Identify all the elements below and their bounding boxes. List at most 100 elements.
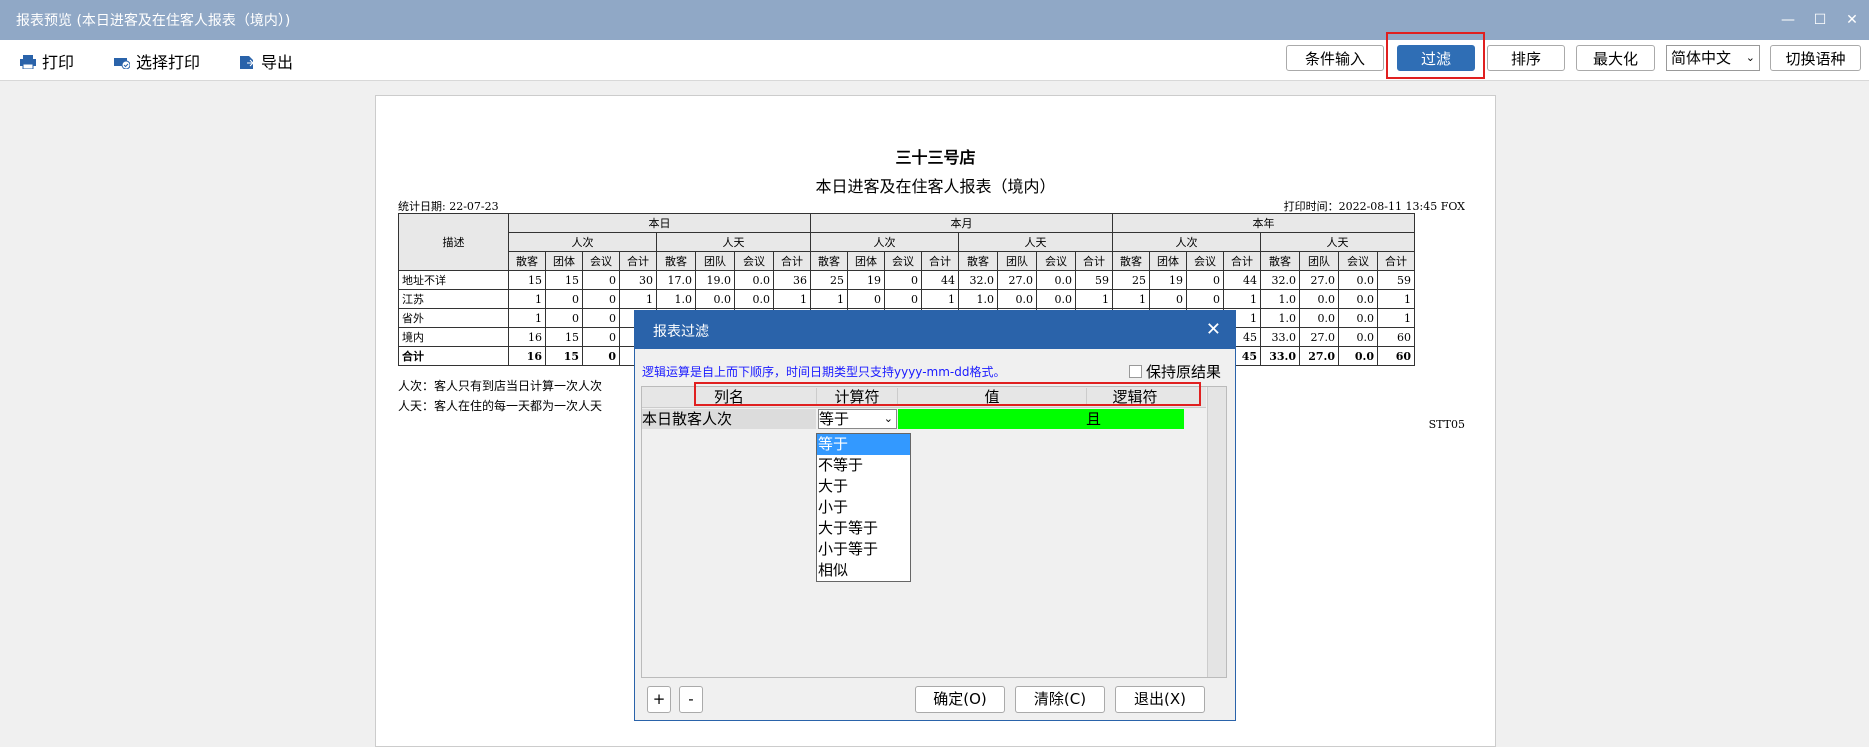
table-cell: 0	[1149, 289, 1187, 309]
report-store: 三十三号店	[895, 148, 976, 167]
column-header: 散客	[508, 251, 546, 271]
table-cell: 25	[810, 270, 848, 290]
table-cell: 27.0	[1299, 346, 1339, 366]
table-cell: 59	[1075, 270, 1113, 290]
table-cell: 0.0	[1338, 308, 1378, 328]
table-cell: 33.0	[1260, 327, 1300, 347]
group-header: 人天	[958, 232, 1113, 252]
value-cell[interactable]	[898, 409, 1086, 429]
language-select[interactable]: 简体中文 ⌄	[1666, 45, 1760, 71]
export-icon	[239, 54, 255, 69]
column-header: 合计	[921, 251, 959, 271]
table-cell: 1	[1075, 289, 1113, 309]
table-cell: 0	[847, 289, 885, 309]
sort-button[interactable]: 排序	[1487, 45, 1565, 71]
filter-grid: 列名 计算符 值 逻辑符 本日散客人次 等于 ⌄ 且	[641, 386, 1227, 678]
dropdown-option[interactable]: 等于	[817, 434, 910, 455]
dropdown-option[interactable]: 小于等于	[817, 539, 910, 560]
remove-row-button[interactable]: -	[679, 686, 703, 713]
title-bar: 报表预览 (本日进客及在住客人报表（境内）) — ☐ ✕	[0, 0, 1869, 40]
group-header: 人天	[1260, 232, 1415, 252]
printer-icon	[20, 54, 36, 70]
condition-input-button[interactable]: 条件输入	[1286, 45, 1384, 71]
table-cell: 0.0	[1299, 289, 1339, 309]
column-header: 会议	[582, 251, 620, 271]
row-label: 江苏	[398, 289, 509, 309]
export-label: 导出	[261, 53, 294, 72]
group-header: 人天	[656, 232, 811, 252]
period-header: 本月	[810, 213, 1113, 233]
table-cell: 0.0	[1036, 270, 1076, 290]
table-cell: 27.0	[997, 270, 1037, 290]
close-icon[interactable]: ✕	[1206, 319, 1221, 340]
table-cell: 1	[773, 289, 811, 309]
chevron-down-icon: ⌄	[883, 412, 893, 425]
table-cell: 27.0	[1299, 327, 1339, 347]
ok-button[interactable]: 确定(O)	[915, 686, 1005, 713]
table-cell: 59	[1377, 270, 1415, 290]
table-cell: 60	[1377, 346, 1415, 366]
table-cell: 44	[1223, 270, 1261, 290]
row-label: 境内	[398, 327, 509, 347]
note-person-days: 人天：客人在住的每一天都为一次人天	[398, 399, 603, 413]
table-cell: 0.0	[1338, 289, 1378, 309]
dropdown-option[interactable]: 相似	[817, 560, 910, 581]
minimize-icon[interactable]: —	[1776, 8, 1800, 32]
table-cell: 0.0	[1338, 346, 1378, 366]
table-cell: 0	[582, 289, 620, 309]
table-row: 江苏 1 0 0 1 1.0 0.0 0.0 1 1 0 0 1 1.0 0.0 0.0 1 1 0 0 1 1.0 0.0…	[398, 289, 1415, 309]
table-cell: 1	[1377, 289, 1415, 309]
dropdown-option[interactable]: 不等于	[817, 455, 910, 476]
logic-cell[interactable]: 且	[1086, 409, 1184, 429]
table-cell: 17.0	[656, 270, 696, 290]
table-cell: 1	[1377, 308, 1415, 328]
maximize-icon[interactable]: ☐	[1808, 8, 1832, 32]
table-cell: 0	[545, 308, 583, 328]
table-cell: 1	[1223, 289, 1261, 309]
clear-button[interactable]: 清除(C)	[1015, 686, 1105, 713]
switch-language-button[interactable]: 切换语种	[1770, 45, 1861, 71]
group-header: 人次	[508, 232, 657, 252]
export-button[interactable]: 导出	[239, 49, 293, 73]
table-cell: 1	[1112, 289, 1150, 309]
table-cell: 15	[545, 327, 583, 347]
operator-dropdown[interactable]: 等于 不等于 大于 小于 大于等于 小于等于 相似	[816, 433, 911, 582]
table-cell: 60	[1377, 327, 1415, 347]
chevron-down-icon: ⌄	[1745, 51, 1755, 64]
column-header: 散客	[1112, 251, 1150, 271]
table-cell: 0	[884, 289, 922, 309]
row-label: 地址不详	[398, 270, 509, 290]
column-header: 散客	[656, 251, 696, 271]
keep-result-checkbox[interactable]: 保持原结果	[1129, 361, 1221, 382]
table-cell: 0	[1186, 289, 1224, 309]
table-cell: 33.0	[1260, 346, 1300, 366]
row-col-cell[interactable]: 本日散客人次	[642, 409, 816, 429]
keep-result-label: 保持原结果	[1146, 363, 1222, 381]
dropdown-option[interactable]: 小于	[817, 497, 910, 518]
add-row-button[interactable]: +	[647, 686, 671, 713]
table-cell: 1.0	[1260, 289, 1300, 309]
dropdown-option[interactable]: 大于	[817, 476, 910, 497]
operator-select[interactable]: 等于 ⌄	[818, 409, 897, 429]
print-label: 打印	[42, 53, 75, 72]
header-highlight-box	[694, 382, 1201, 406]
exit-button[interactable]: 退出(X)	[1115, 686, 1205, 713]
grid-scrollbar[interactable]	[1207, 387, 1226, 677]
period-header: 本日	[508, 213, 811, 233]
close-icon[interactable]: ✕	[1840, 8, 1864, 32]
select-print-icon	[114, 54, 131, 70]
maximize-button[interactable]: 最大化	[1576, 45, 1655, 71]
table-cell: 0.0	[1338, 270, 1378, 290]
table-cell: 36	[773, 270, 811, 290]
desc-header: 描述	[398, 213, 509, 271]
print-button[interactable]: 打印	[20, 49, 74, 73]
table-cell: 15	[545, 270, 583, 290]
table-cell: 19.0	[695, 270, 735, 290]
window-title: 报表预览 (本日进客及在住客人报表（境内）)	[16, 13, 291, 29]
select-print-button[interactable]: 选择打印	[114, 49, 200, 73]
dropdown-option[interactable]: 大于等于	[817, 518, 910, 539]
filter-dialog: 报表过滤 ✕ 逻辑运算是自上而下顺序，时间日期类型只支持yyyy-mm-dd格式…	[634, 310, 1236, 721]
column-header: 团体	[1149, 251, 1187, 271]
note-person-times: 人次：客人只有到店当日计算一次人次	[398, 379, 603, 393]
toolbar: 打印 选择打印 导出 条件输入 过滤 排序 最大化 切换语种	[0, 40, 1869, 81]
